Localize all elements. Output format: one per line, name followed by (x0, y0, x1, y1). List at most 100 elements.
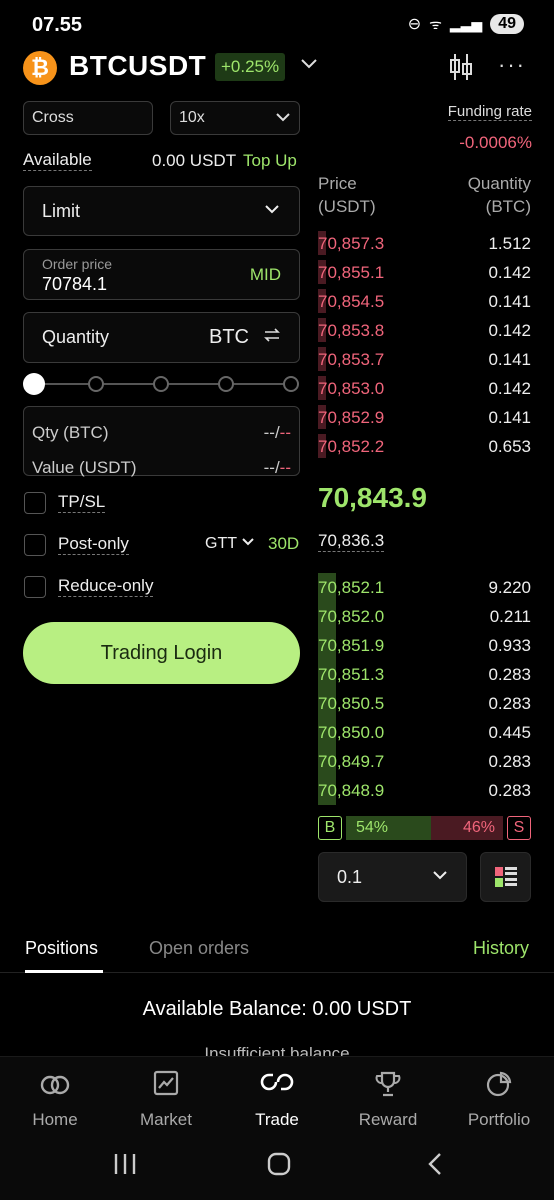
chevron-down-icon (432, 867, 448, 888)
ask-quantity: 0.142 (488, 262, 531, 282)
ask-row[interactable]: 70,854.5 0.141 (318, 287, 531, 316)
trading-login-button[interactable]: Trading Login (23, 622, 300, 684)
bid-quantity: 0.445 (488, 722, 531, 742)
slider-stop-50[interactable] (153, 376, 169, 392)
home-icon (39, 1070, 71, 1100)
ask-price: 70,855.1 (318, 262, 385, 282)
order-price-label: Order price (42, 256, 113, 272)
recent-apps-icon[interactable] (112, 1152, 138, 1183)
ask-row[interactable]: 70,852.2 0.653 (318, 432, 531, 461)
slider-stop-100[interactable] (283, 376, 299, 392)
ask-row[interactable]: 70,853.7 0.141 (318, 345, 531, 374)
chevron-down-icon (263, 200, 281, 223)
mid-price-button[interactable]: MID (250, 265, 281, 285)
nav-market[interactable]: Market (116, 1070, 216, 1130)
order-type-select[interactable]: Limit (23, 186, 300, 236)
quantity-header-unit: (BTC) (485, 197, 531, 216)
bid-row[interactable]: 70,848.9 0.283 (318, 776, 531, 805)
time-in-force-select[interactable]: GTT (205, 535, 255, 553)
gtt-value: GTT (205, 535, 237, 552)
ask-price: 70,853.7 (318, 349, 385, 369)
tpsl-checkbox[interactable] (24, 492, 46, 514)
home-button-icon[interactable] (267, 1152, 293, 1183)
battery-icon: 49 (490, 14, 524, 34)
quantity-label: Quantity (42, 327, 110, 347)
price-step-value: 0.1 (337, 866, 363, 887)
signal-icon: ▂▃▅ (449, 15, 483, 32)
nav-home[interactable]: Home (5, 1070, 105, 1130)
trade-icon (260, 1070, 294, 1100)
buy-ratio: 54% (346, 816, 431, 840)
pie-chart-icon (485, 1070, 513, 1100)
post-only-label[interactable]: Post-only (58, 534, 129, 555)
funding-rate-label[interactable]: Funding rate (447, 103, 532, 121)
bid-price: 70,852.1 (318, 577, 385, 597)
price-step-select[interactable]: 0.1 (318, 852, 467, 902)
last-price[interactable]: 70,843.9 (318, 482, 427, 514)
margin-mode-select[interactable]: Cross (23, 101, 153, 135)
order-price-field[interactable]: Order price 70784.1 MID (23, 249, 300, 300)
bid-row[interactable]: 70,849.7 0.283 (318, 747, 531, 776)
post-only-checkbox[interactable] (24, 534, 46, 556)
ask-quantity: 0.142 (488, 320, 531, 340)
back-icon[interactable] (426, 1152, 444, 1183)
ask-quantity: 1.512 (488, 233, 531, 253)
ask-row[interactable]: 70,852.9 0.141 (318, 403, 531, 432)
tab-open-orders[interactable]: Open orders (149, 938, 249, 959)
more-options-icon[interactable]: ··· (498, 52, 526, 78)
reduce-only-label[interactable]: Reduce-only (58, 576, 154, 597)
bid-row[interactable]: 70,852.1 9.220 (318, 573, 531, 602)
ask-row[interactable]: 70,853.8 0.142 (318, 316, 531, 345)
history-link[interactable]: History (473, 938, 529, 959)
bid-row[interactable]: 70,850.5 0.283 (318, 689, 531, 718)
tpsl-label[interactable]: TP/SL (58, 492, 106, 513)
chevron-down-icon[interactable] (300, 54, 318, 77)
ask-row[interactable]: 70,853.0 0.142 (318, 374, 531, 403)
ask-row[interactable]: 70,857.3 1.512 (318, 229, 531, 258)
bid-row[interactable]: 70,852.0 0.211 (318, 602, 531, 631)
bitcoin-logo-icon: ₿ (23, 51, 57, 85)
pair-title[interactable]: BTCUSDT (69, 50, 206, 82)
slider-stop-75[interactable] (218, 376, 234, 392)
nav-trade[interactable]: Trade (227, 1070, 327, 1130)
gtt-period[interactable]: 30D (268, 534, 299, 554)
bid-row[interactable]: 70,850.0 0.445 (318, 718, 531, 747)
price-header-unit: (USDT) (318, 197, 376, 216)
slider-stop-25[interactable] (88, 376, 104, 392)
nav-reward[interactable]: Reward (338, 1070, 438, 1130)
nav-portfolio[interactable]: Portfolio (449, 1070, 549, 1130)
available-label[interactable]: Available (23, 150, 92, 171)
top-up-link[interactable]: Top Up (243, 151, 297, 171)
insufficient-balance: Insufficient balance (204, 1044, 350, 1056)
nav-reward-label: Reward (358, 1110, 418, 1129)
price-header: Price (318, 174, 357, 193)
bid-row[interactable]: 70,851.9 0.933 (318, 631, 531, 660)
order-type-value: Limit (42, 200, 81, 221)
order-price-input[interactable]: 70784.1 (42, 274, 281, 295)
market-chart-icon (153, 1070, 179, 1100)
bid-price: 70,851.3 (318, 664, 385, 684)
ask-price: 70,857.3 (318, 233, 385, 253)
bid-price: 70,850.0 (318, 722, 385, 742)
ask-quantity: 0.141 (488, 291, 531, 311)
bid-row[interactable]: 70,851.3 0.283 (318, 660, 531, 689)
buy-sell-ratio: B 54% 46% S (318, 816, 531, 840)
qty-summary-label: Qty (BTC) (32, 422, 109, 442)
status-icons: ⊖ ᯤ ▂▃▅ 49 (408, 14, 524, 34)
bid-quantity: 0.283 (488, 664, 531, 684)
leverage-select[interactable]: 10x (170, 101, 300, 135)
candlestick-chart-icon[interactable] (448, 52, 474, 82)
mark-price[interactable]: 70,836.3 (318, 531, 385, 552)
bid-price: 70,852.0 (318, 606, 385, 626)
tab-positions[interactable]: Positions (25, 938, 98, 959)
ask-row[interactable]: 70,855.1 0.142 (318, 258, 531, 287)
ask-price: 70,853.0 (318, 378, 385, 398)
reduce-only-checkbox[interactable] (24, 576, 46, 598)
bid-quantity: 0.933 (488, 635, 531, 655)
swap-unit-icon[interactable] (263, 327, 281, 348)
available-balance: Available Balance: 0.00 USDT (142, 998, 412, 1020)
value-summary-label: Value (USDT) (32, 457, 137, 477)
orderbook-layout-icon[interactable] (480, 852, 531, 902)
quantity-field[interactable]: Quantity BTC (23, 312, 300, 363)
quantity-slider-thumb[interactable] (23, 373, 45, 395)
